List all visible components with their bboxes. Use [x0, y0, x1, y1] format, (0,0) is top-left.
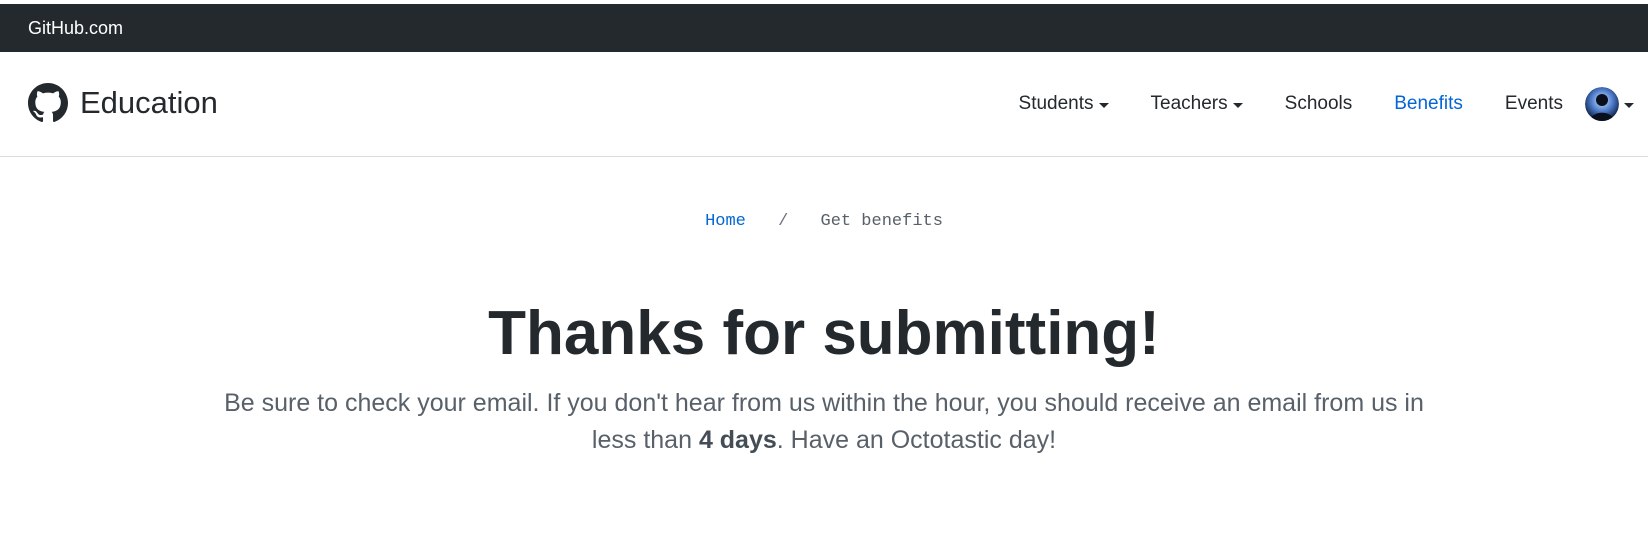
- page-title: Thanks for submitting!: [488, 299, 1160, 368]
- nav-item-events[interactable]: Events: [1505, 93, 1563, 115]
- caret-down-icon: [1232, 102, 1243, 108]
- nav-item-schools[interactable]: Schools: [1285, 93, 1353, 115]
- nav-item-label: Students: [1018, 93, 1094, 114]
- nav-item-benefits[interactable]: Benefits: [1394, 93, 1463, 115]
- confirmation-message: Be sure to check your email. If you don'…: [205, 385, 1443, 459]
- breadcrumb: Home / Get benefits: [0, 212, 1648, 231]
- nav-item-label: Schools: [1284, 93, 1353, 114]
- message-text-end: . Have an Octotastic day!: [776, 426, 1057, 454]
- brand-title: Education: [80, 85, 218, 120]
- nav-item-teachers[interactable]: Teachers: [1151, 93, 1243, 115]
- nav-item-label: Teachers: [1150, 93, 1228, 114]
- message-highlight: 4 days: [698, 426, 777, 454]
- nav-item-students[interactable]: Students: [1019, 93, 1109, 115]
- user-avatar: [1585, 87, 1619, 121]
- breadcrumb-home-link[interactable]: Home: [705, 212, 746, 231]
- global-header-bar: GitHub.com: [0, 4, 1648, 52]
- breadcrumb-separator: /: [778, 212, 789, 231]
- caret-down-icon: [1624, 102, 1634, 108]
- education-navbar: Education Students Teachers Schools Bene…: [0, 52, 1648, 157]
- education-brand-link[interactable]: Education: [28, 83, 218, 123]
- nav-item-label: Events: [1504, 93, 1563, 114]
- caret-down-icon: [1098, 102, 1109, 108]
- breadcrumb-current: Get benefits: [820, 212, 943, 231]
- user-menu-toggle[interactable]: [1585, 87, 1634, 121]
- nav-item-label: Benefits: [1394, 93, 1463, 114]
- github-octocat-icon: [28, 83, 68, 123]
- nav-menu: Students Teachers Schools Benefits Event…: [1019, 52, 1648, 156]
- github-com-link[interactable]: GitHub.com: [28, 18, 123, 39]
